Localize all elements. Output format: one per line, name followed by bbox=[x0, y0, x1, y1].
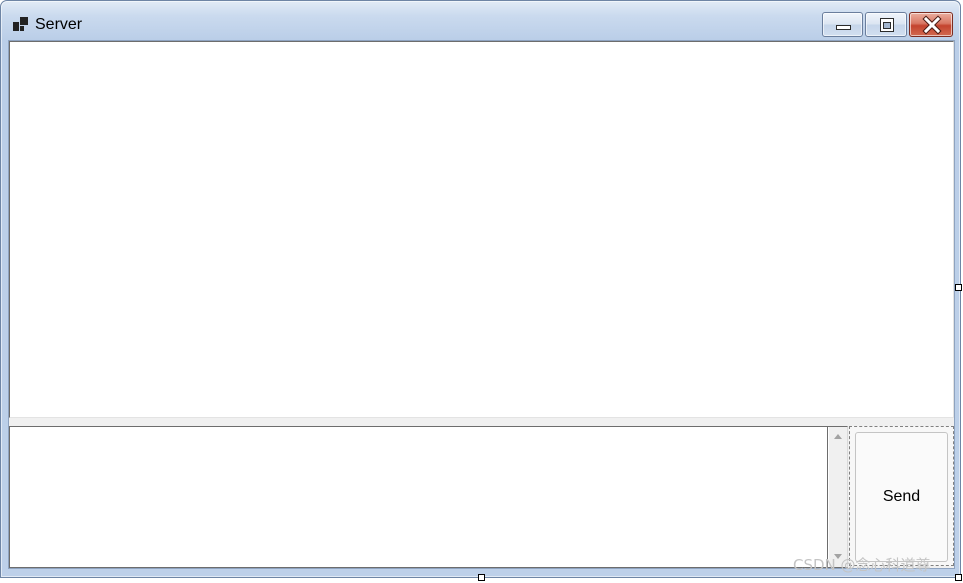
maximize-icon bbox=[880, 18, 894, 32]
resize-handle-bottom[interactable] bbox=[478, 574, 485, 581]
minimize-icon bbox=[836, 25, 851, 30]
send-button[interactable]: Send bbox=[855, 432, 948, 562]
scroll-up-arrow-icon[interactable] bbox=[834, 434, 842, 439]
message-input-box[interactable] bbox=[9, 426, 848, 568]
window-title: Server bbox=[35, 16, 83, 33]
title-bar[interactable]: Server bbox=[0, 0, 961, 40]
app-icon[interactable] bbox=[13, 17, 29, 32]
message-input-field[interactable] bbox=[10, 427, 828, 567]
resize-handle-right[interactable] bbox=[955, 284, 962, 291]
client-area: Send bbox=[9, 41, 954, 568]
input-vertical-scrollbar[interactable] bbox=[829, 427, 847, 567]
maximize-button[interactable] bbox=[865, 12, 907, 37]
watermark: CSDN @念心科道尊 bbox=[793, 556, 931, 574]
close-button[interactable] bbox=[909, 12, 953, 37]
resize-handle-corner[interactable] bbox=[955, 574, 962, 581]
server-window: Server Send bbox=[0, 0, 961, 578]
message-log-textbox[interactable] bbox=[9, 41, 954, 418]
close-icon bbox=[922, 15, 942, 35]
minimize-button[interactable] bbox=[822, 12, 863, 37]
send-button-panel: Send bbox=[849, 426, 954, 566]
